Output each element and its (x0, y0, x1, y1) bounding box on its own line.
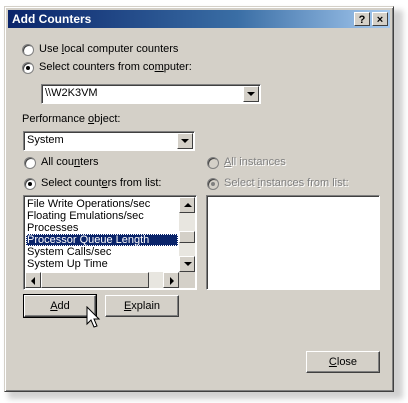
use-local-radio[interactable] (22, 44, 34, 56)
arrow-down-icon (184, 262, 192, 266)
all-instances-label: All instances (224, 156, 286, 168)
chevron-down-icon (247, 92, 255, 96)
chevron-down-icon (181, 139, 189, 143)
scroll-left-button[interactable] (25, 272, 41, 288)
counters-listbox[interactable]: File Write Operations/sec Floating Emula… (23, 195, 197, 290)
select-computer-label[interactable]: Select counters from computer: (39, 61, 192, 73)
computer-dropdown-button[interactable] (243, 86, 259, 102)
mouse-pointer-icon (86, 306, 101, 328)
counter-list-item[interactable]: Floating Emulations/sec (26, 210, 178, 222)
close-button[interactable]: Close (306, 351, 380, 373)
close-window-button[interactable]: × (372, 12, 388, 26)
horizontal-scroll-thumb[interactable] (41, 272, 149, 288)
select-counters-label[interactable]: Select counters from list: (41, 177, 161, 189)
counter-list-item[interactable]: System Calls/sec (26, 246, 178, 258)
computer-combobox[interactable]: \\W2K3VM (41, 84, 261, 104)
select-computer-radio[interactable] (22, 62, 34, 74)
counters-vertical-scrollbar[interactable] (179, 197, 195, 272)
performance-object-dropdown-button[interactable] (177, 133, 193, 149)
counter-list-item[interactable]: File Write Operations/sec (26, 198, 178, 210)
window-title: Add Counters (12, 12, 92, 26)
select-instances-label: Select instances from list: (224, 177, 349, 189)
performance-object-combobox[interactable]: System (23, 131, 195, 151)
counters-horizontal-scrollbar[interactable] (25, 272, 179, 288)
performance-object-value: System (27, 134, 64, 146)
add-counters-dialog: Add Counters ? × Use local computer coun… (4, 6, 394, 392)
scroll-down-button[interactable] (179, 256, 195, 272)
counter-list-item[interactable]: Processes (26, 222, 178, 234)
arrow-up-icon (184, 203, 192, 207)
select-instances-radio (207, 178, 219, 190)
computer-value: \\W2K3VM (45, 87, 98, 99)
arrow-left-icon (31, 277, 35, 285)
scrollbar-corner (179, 272, 195, 288)
help-button[interactable]: ? (354, 12, 370, 26)
counter-list-item-selected[interactable]: Processor Queue Length (26, 234, 178, 246)
all-counters-radio[interactable] (24, 157, 36, 169)
performance-object-label: Performance object: (22, 113, 121, 125)
counter-list-item[interactable]: System Up Time (26, 258, 178, 270)
title-bar[interactable]: Add Counters ? × (8, 10, 390, 28)
all-instances-radio (207, 157, 219, 169)
explain-button[interactable]: Explain (105, 295, 179, 317)
instances-listbox (206, 195, 380, 290)
scroll-right-button[interactable] (163, 272, 179, 288)
select-counters-radio[interactable] (24, 178, 36, 190)
use-local-label[interactable]: Use local computer counters (39, 43, 178, 55)
vertical-scroll-thumb[interactable] (179, 231, 195, 243)
all-counters-label[interactable]: All counters (41, 156, 99, 168)
scroll-up-button[interactable] (179, 197, 195, 213)
arrow-right-icon (170, 277, 174, 285)
